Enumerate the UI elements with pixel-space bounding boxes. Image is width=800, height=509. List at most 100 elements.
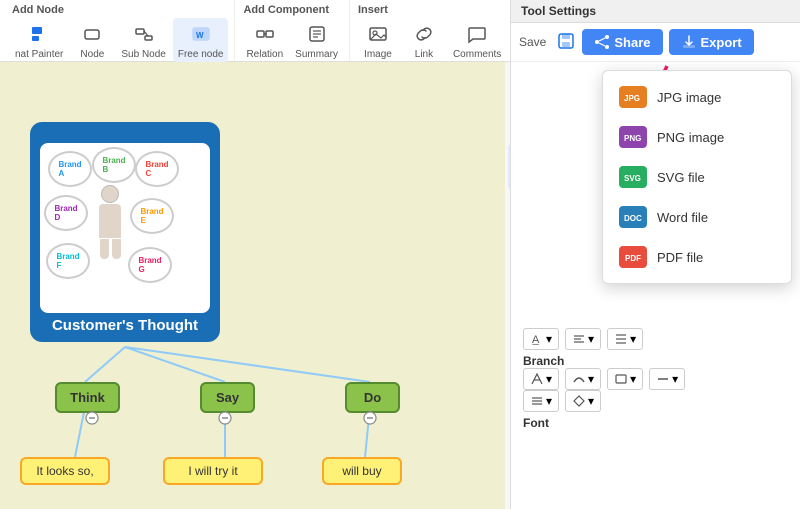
svg-text:SVG: SVG <box>624 174 641 183</box>
summary-label: Summary <box>295 49 338 60</box>
relation-icon <box>251 20 279 48</box>
export-jpg[interactable]: JPG JPG image <box>603 77 791 117</box>
summary-button[interactable]: Summary <box>290 18 343 62</box>
image-icon <box>364 20 392 48</box>
svg-label: SVG file <box>657 170 705 185</box>
main-node[interactable]: BrandA BrandB BrandC BrandD BrandE Brand… <box>30 122 220 342</box>
branch-extra1-btn[interactable]: ▾ <box>523 390 559 412</box>
try-node[interactable]: I will try it <box>163 457 263 485</box>
svg-text:PDF: PDF <box>625 254 641 263</box>
branch-label: Branch <box>523 354 788 368</box>
link-label: Link <box>415 49 433 60</box>
save-label: Save <box>519 35 546 49</box>
export-png[interactable]: PNG PNG image <box>603 117 791 157</box>
node-icon <box>78 20 106 48</box>
format-painter-button[interactable]: nat Painter <box>10 18 68 62</box>
line-height-btn[interactable]: ▾ <box>607 328 643 350</box>
underline-btn[interactable]: A̲ ▾ <box>523 328 559 350</box>
add-component-group: Add Component Relation Summary <box>235 0 350 61</box>
do-collapse[interactable] <box>363 411 377 428</box>
doc-label: Word file <box>657 210 708 225</box>
branch-extra-row: ▾ ▾ <box>523 390 788 412</box>
svg-text:DOC: DOC <box>624 214 642 223</box>
node-button[interactable]: Node <box>70 18 114 62</box>
svg-text:JPG: JPG <box>624 94 640 103</box>
tool-settings-header: Tool Settings <box>511 0 800 23</box>
pdf-icon: PDF <box>619 246 647 268</box>
say-node[interactable]: Say <box>200 382 255 413</box>
brand-image: BrandA BrandB BrandC BrandD BrandE Brand… <box>40 143 210 313</box>
looks-node[interactable]: It looks so, <box>20 457 110 485</box>
mind-map-canvas: BrandA BrandB BrandC BrandD BrandE Brand… <box>0 62 505 509</box>
pdf-label: PDF file <box>657 250 703 265</box>
free-node-button[interactable]: W Free node <box>173 18 229 62</box>
tool-settings-title: Tool Settings <box>521 4 596 18</box>
branch-fill-btn[interactable]: ▾ <box>523 368 559 390</box>
brand-f-bubble: BrandF <box>46 243 90 279</box>
free-node-label: Free node <box>178 49 224 60</box>
sub-node-label: Sub Node <box>121 49 165 60</box>
save-icon[interactable] <box>556 31 576 54</box>
svg-text:W: W <box>196 31 204 40</box>
add-component-items: Relation Summary <box>241 18 343 62</box>
brand-b-bubble: BrandB <box>92 147 136 183</box>
svg-icon: SVG <box>619 166 647 188</box>
align-left-btn[interactable]: ▾ <box>565 328 601 350</box>
canvas-area[interactable]: BrandA BrandB BrandC BrandD BrandE Brand… <box>0 62 505 509</box>
think-collapse[interactable] <box>85 411 99 428</box>
insert-title: Insert <box>356 4 388 16</box>
sub-node-button[interactable]: Sub Node <box>116 18 170 62</box>
export-svg[interactable]: SVG SVG file <box>603 157 791 197</box>
relation-label: Relation <box>246 49 283 60</box>
png-icon: PNG <box>619 126 647 148</box>
branch-border-btn[interactable]: ▾ <box>607 368 643 390</box>
export-button[interactable]: Export <box>669 29 754 55</box>
branch-color-row: ▾ ▾ ▾ ▾ <box>523 368 788 390</box>
link-icon <box>410 20 438 48</box>
add-node-title: Add Node <box>10 4 64 16</box>
brand-c-bubble: BrandC <box>135 151 179 187</box>
add-node-items: nat Painter Node Sub Node W Free node <box>10 18 228 62</box>
share-export-bar: Save Share Export <box>511 23 800 62</box>
sub-node-icon <box>130 20 158 48</box>
tool-settings-panel: Tool Settings Save Share Export JPG JPG … <box>510 0 800 509</box>
insert-group: Insert Image Link Comments <box>350 0 513 61</box>
comments-icon <box>463 20 491 48</box>
comments-button[interactable]: Comments <box>448 18 506 62</box>
link-button[interactable]: Link <box>402 18 446 62</box>
brand-bubbles: BrandA BrandB BrandC BrandD BrandE Brand… <box>40 143 210 313</box>
brand-a-bubble: BrandA <box>48 151 92 187</box>
branch-stroke-btn[interactable]: ▾ <box>565 368 601 390</box>
think-node[interactable]: Think <box>55 382 120 413</box>
buy-node[interactable]: will buy <box>322 457 402 485</box>
add-node-group: Add Node nat Painter Node Sub Node <box>4 0 235 61</box>
doc-icon: DOC <box>619 206 647 228</box>
brand-e-bubble: BrandE <box>130 198 174 234</box>
format-painter-icon <box>25 20 53 48</box>
free-node-icon: W <box>187 20 215 48</box>
image-button[interactable]: Image <box>356 18 400 62</box>
svg-text:PNG: PNG <box>624 134 641 143</box>
node-label: Node <box>80 49 104 60</box>
comments-label: Comments <box>453 49 501 60</box>
share-button[interactable]: Share <box>582 29 662 55</box>
add-component-title: Add Component <box>241 4 329 16</box>
branch-line-btn[interactable]: ▾ <box>649 368 685 390</box>
relation-button[interactable]: Relation <box>241 18 288 62</box>
export-pdf[interactable]: PDF PDF file <box>603 237 791 277</box>
summary-icon <box>303 20 331 48</box>
do-node[interactable]: Do <box>345 382 400 413</box>
brand-g-bubble: BrandG <box>128 247 172 283</box>
say-collapse[interactable] <box>218 411 232 428</box>
export-doc[interactable]: DOC Word file <box>603 197 791 237</box>
jpg-icon: JPG <box>619 86 647 108</box>
branch-extra2-btn[interactable]: ▾ <box>565 390 601 412</box>
png-label: PNG image <box>657 130 724 145</box>
brand-d-bubble: BrandD <box>44 195 88 231</box>
export-dropdown: JPG JPG image PNG PNG image SVG SVG file… <box>602 70 792 284</box>
main-node-label: Customer's Thought <box>44 317 206 334</box>
text-format-row: A̲ ▾ ▾ ▾ <box>523 328 788 350</box>
person-figure <box>92 185 128 265</box>
image-label: Image <box>364 49 392 60</box>
font-label: Font <box>523 416 788 430</box>
